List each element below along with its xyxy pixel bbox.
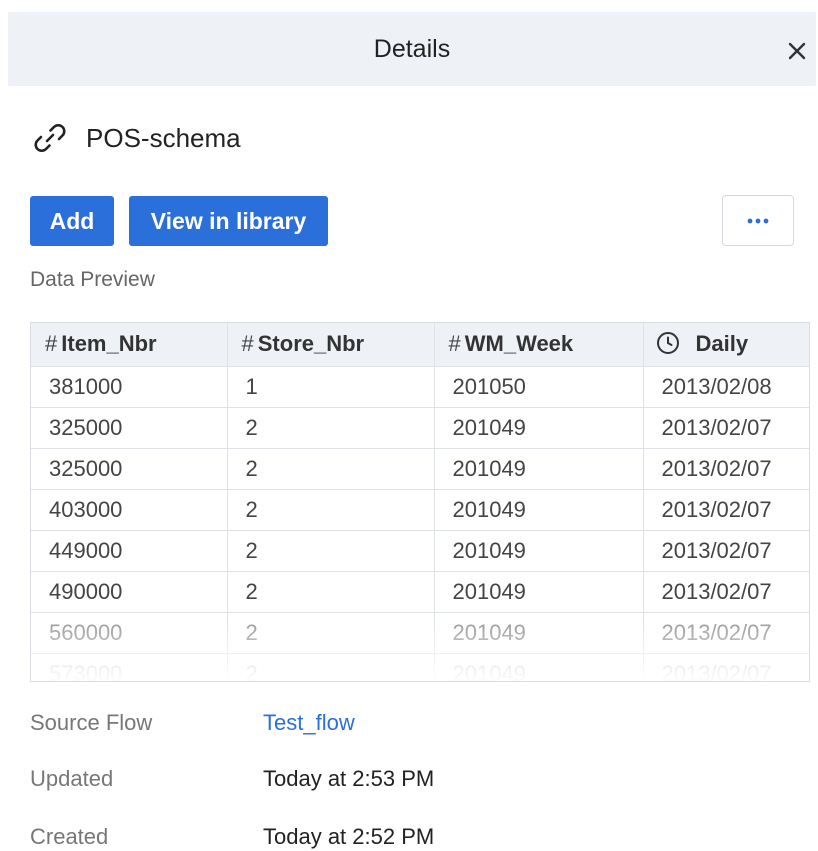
table-cell: 2013/02/07 <box>643 652 809 681</box>
column-header-store-nbr[interactable]: # Store_Nbr <box>227 323 435 366</box>
table-cell: 201050 <box>434 365 644 407</box>
table-cell: 2 <box>227 652 435 681</box>
table-cell: 201049 <box>434 488 644 530</box>
table-cell: 2013/02/07 <box>643 611 809 653</box>
table-cell: 490000 <box>31 570 228 612</box>
column-header-daily[interactable]: Daily <box>643 323 809 366</box>
numeric-type-icon: # <box>45 331 58 357</box>
table-cell: 449000 <box>31 529 228 571</box>
table-cell: 2 <box>227 529 435 571</box>
table-cell: 325000 <box>31 447 228 489</box>
table-cell: 2013/02/07 <box>643 406 809 448</box>
table-cell: 381000 <box>31 365 228 407</box>
table-cell: 2013/02/07 <box>643 570 809 612</box>
table-cell: 201049 <box>434 611 644 653</box>
table-cell: 201049 <box>434 652 644 681</box>
add-button[interactable]: Add <box>30 196 114 246</box>
column-name: Store_Nbr <box>257 331 365 357</box>
table-cell: 1 <box>227 365 435 407</box>
dataset-title: POS-schema <box>30 118 241 158</box>
source-flow-label: Source Flow <box>30 710 153 735</box>
table-row: 381000 1 201050 2013/02/08 <box>31 365 809 407</box>
close-icon[interactable] <box>782 36 812 66</box>
source-flow-link[interactable]: Test_flow <box>263 710 355 736</box>
table-cell: 2013/02/07 <box>643 529 809 571</box>
numeric-type-icon: # <box>241 331 254 357</box>
table-cell: 2 <box>227 447 435 489</box>
table-cell: 2 <box>227 611 435 653</box>
updated-value: Today at 2:53 PM <box>263 766 435 791</box>
table-cell: 2 <box>227 570 435 612</box>
table-row: 560000 2 201049 2013/02/07 <box>31 611 809 653</box>
created-label: Created <box>30 824 109 849</box>
table-cell: 2 <box>227 488 435 530</box>
table-row: 449000 2 201049 2013/02/07 <box>31 529 809 571</box>
table-cell: 201049 <box>434 570 644 612</box>
more-options-button[interactable] <box>722 195 794 246</box>
panel-title: Details <box>373 35 451 63</box>
table-header-row: # Item_Nbr # Store_Nbr # WM_Week Daily <box>31 323 809 366</box>
table-cell: 201049 <box>434 447 644 489</box>
table-cell: 325000 <box>31 406 228 448</box>
table-cell: 2013/02/07 <box>643 488 809 530</box>
table-cell: 201049 <box>434 406 644 448</box>
numeric-type-icon: # <box>448 331 461 357</box>
table-row: 325000 2 201049 2013/02/07 <box>31 447 809 489</box>
table-cell: 2013/02/07 <box>643 447 809 489</box>
preview-grid: # Item_Nbr # Store_Nbr # WM_Week Daily 3810… <box>31 323 809 681</box>
table-cell: 201049 <box>434 529 644 571</box>
table-row: 490000 2 201049 2013/02/07 <box>31 570 809 612</box>
table-row: 573000 2 201049 2013/02/07 <box>31 652 809 681</box>
column-name: Item_Nbr <box>61 331 157 357</box>
data-preview-label: Data Preview <box>30 268 155 291</box>
table-cell: 560000 <box>31 611 228 653</box>
column-name: Daily <box>695 331 749 357</box>
table-cell: 403000 <box>31 488 228 530</box>
link-icon <box>34 124 66 152</box>
close-button[interactable] <box>782 36 812 66</box>
view-in-library-button[interactable]: View in library <box>129 196 328 246</box>
column-header-item-nbr[interactable]: # Item_Nbr <box>31 323 228 366</box>
more-icon[interactable] <box>746 217 770 225</box>
column-name: WM_Week <box>464 331 574 357</box>
created-value: Today at 2:52 PM <box>263 824 435 849</box>
updated-label: Updated <box>30 766 114 791</box>
clock-icon <box>656 332 679 355</box>
table-cell: 2 <box>227 406 435 448</box>
table-row: 325000 2 201049 2013/02/07 <box>31 406 809 448</box>
data-preview-table[interactable]: # Item_Nbr # Store_Nbr # WM_Week Daily 3810… <box>30 322 810 682</box>
table-cell: 2013/02/08 <box>643 365 809 407</box>
table-row: 403000 2 201049 2013/02/07 <box>31 488 809 530</box>
dataset-name: POS-schema <box>86 122 241 153</box>
table-cell: 573000 <box>31 652 228 681</box>
column-header-wm-week[interactable]: # WM_Week <box>434 323 644 366</box>
details-header: Details <box>8 12 816 86</box>
